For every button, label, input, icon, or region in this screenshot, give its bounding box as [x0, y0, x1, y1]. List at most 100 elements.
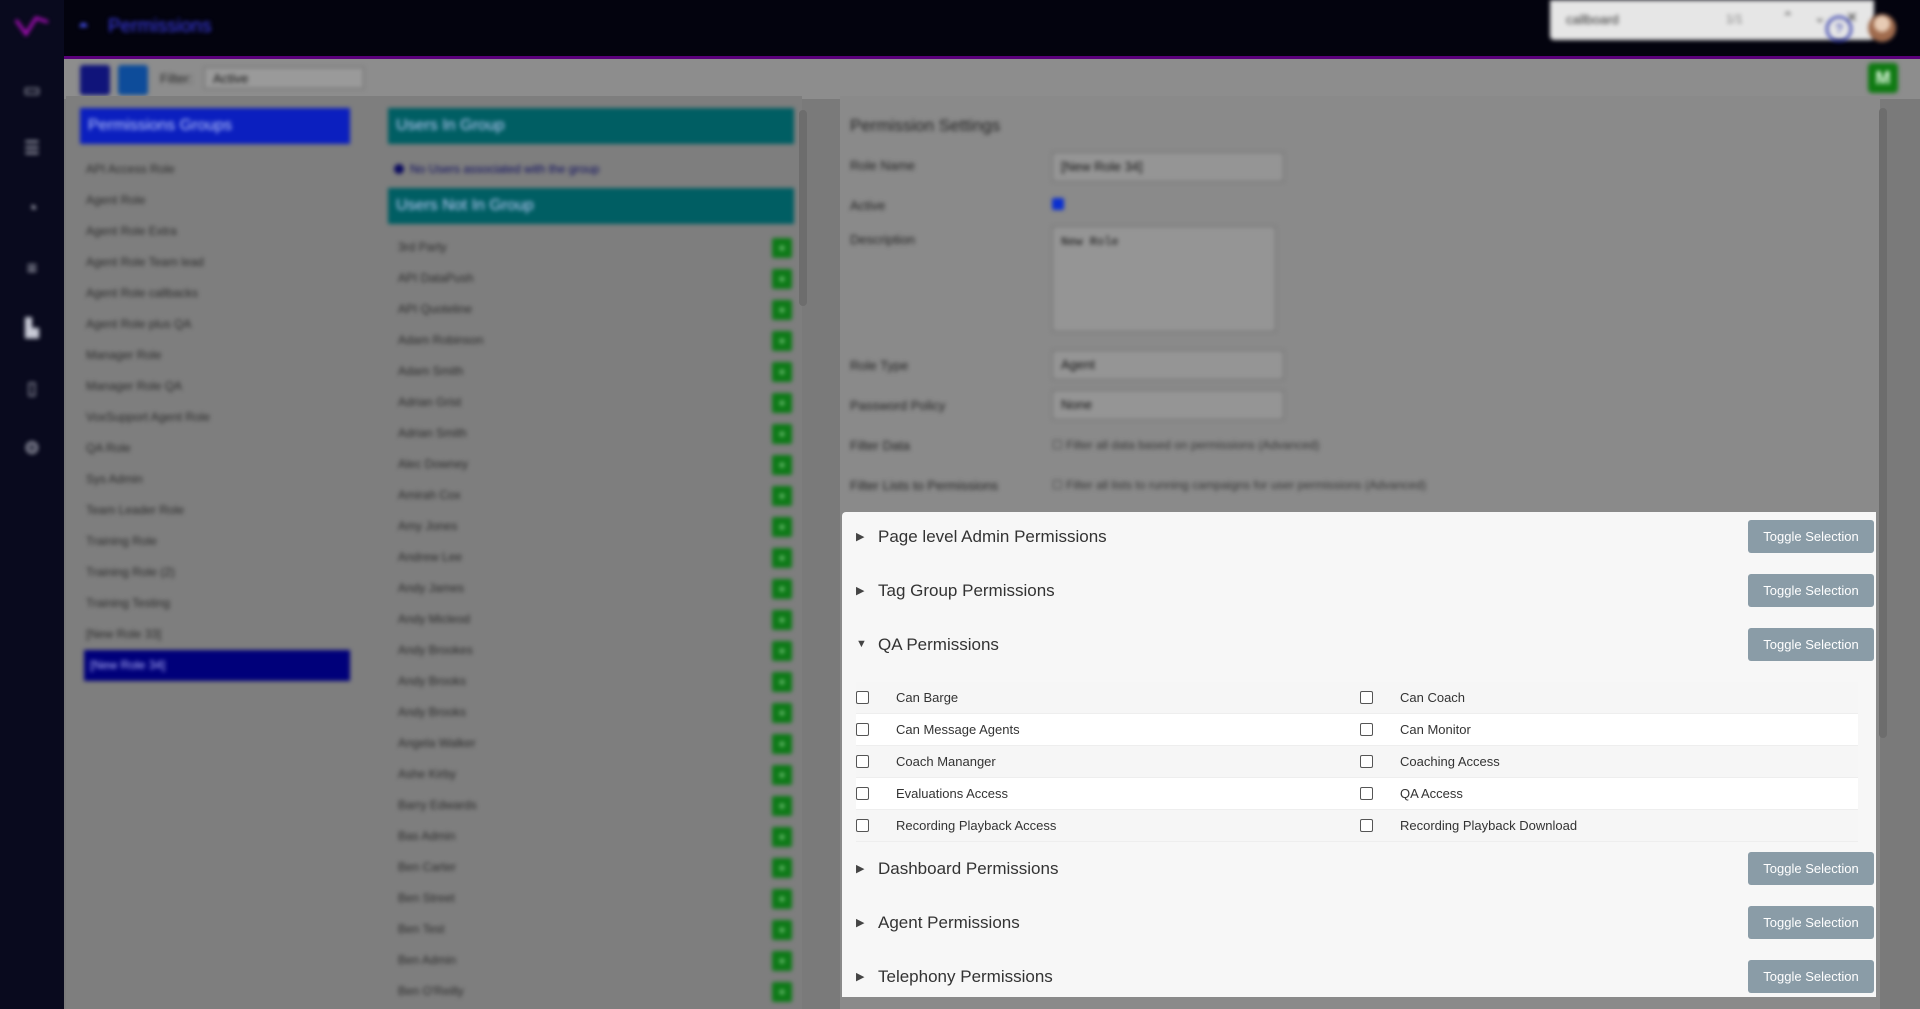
toggle-selection-button[interactable]: Toggle Selection: [1748, 852, 1874, 885]
group-item[interactable]: API Access Role: [84, 154, 350, 185]
add-user-icon[interactable]: +: [772, 269, 792, 289]
group-item[interactable]: Training Role (2): [84, 557, 350, 588]
server-icon[interactable]: ≡: [20, 256, 44, 280]
add-user-icon[interactable]: +: [772, 827, 792, 847]
add-user-icon[interactable]: +: [772, 517, 792, 537]
gauge-icon[interactable]: ◔: [20, 196, 44, 220]
add-user-icon[interactable]: +: [772, 734, 792, 754]
find-input[interactable]: callboard: [1566, 12, 1619, 27]
password-policy-select[interactable]: None: [1052, 390, 1284, 420]
group-item[interactable]: Sys Admin: [84, 464, 350, 495]
add-user-icon[interactable]: +: [772, 362, 792, 382]
add-user-icon[interactable]: +: [772, 238, 792, 258]
group-item[interactable]: Agent Role: [84, 185, 350, 216]
sliders-icon[interactable]: ☰: [20, 136, 44, 160]
group-item[interactable]: Manager Role: [84, 340, 350, 371]
add-user-icon[interactable]: +: [772, 920, 792, 940]
section-dashboard[interactable]: ▶ Dashboard Permissions Toggle Selection: [842, 844, 1876, 898]
toggle-selection-button[interactable]: Toggle Selection: [1748, 906, 1874, 939]
permission-checkbox[interactable]: [856, 691, 869, 704]
m-button[interactable]: M: [1868, 63, 1898, 93]
add-user-icon[interactable]: +: [772, 579, 792, 599]
section-tag-group[interactable]: ▶ Tag Group Permissions Toggle Selection: [842, 566, 1876, 620]
group-item[interactable]: Agent Role Extra: [84, 216, 350, 247]
find-bar[interactable]: callboard 1/1 ⌃ ⌄ ✕: [1550, 0, 1874, 40]
group-item[interactable]: Team Leader Role: [84, 495, 350, 526]
users-scrollbar[interactable]: [799, 110, 807, 306]
add-user-icon[interactable]: +: [772, 331, 792, 351]
group-item[interactable]: [New Role 34]: [84, 650, 350, 681]
permission-option[interactable]: Can Monitor: [1360, 714, 1840, 745]
add-user-icon[interactable]: +: [772, 486, 792, 506]
add-user-icon[interactable]: +: [772, 796, 792, 816]
toggle-selection-button[interactable]: Toggle Selection: [1748, 574, 1874, 607]
help-icon[interactable]: ?: [1826, 16, 1852, 42]
group-item[interactable]: Training Role: [84, 526, 350, 557]
permission-option[interactable]: Coaching Access: [1360, 746, 1840, 777]
permission-checkbox[interactable]: [1360, 819, 1373, 832]
group-item[interactable]: [New Role 33]: [84, 619, 350, 650]
filter-data-checkbox-text[interactable]: ☐ Filter all data based on permissions (…: [1052, 438, 1320, 452]
database-icon[interactable]: ▭: [20, 78, 44, 102]
building-icon[interactable]: ▙: [20, 316, 44, 340]
group-item[interactable]: Training Testing: [84, 588, 350, 619]
filter-lists-checkbox-text[interactable]: ☐ Filter all lists to running campaigns …: [1052, 478, 1426, 492]
group-item[interactable]: QA Role: [84, 433, 350, 464]
document-icon[interactable]: ▯: [20, 376, 44, 400]
permission-option[interactable]: Can Message Agents: [856, 714, 1336, 745]
add-user-icon[interactable]: +: [772, 393, 792, 413]
permission-checkbox[interactable]: [856, 787, 869, 800]
permission-checkbox[interactable]: [1360, 755, 1373, 768]
avatar[interactable]: [1868, 14, 1896, 42]
group-item[interactable]: VoxSupport Agent Role: [84, 402, 350, 433]
permission-option[interactable]: Recording Playback Download: [1360, 810, 1840, 841]
permission-checkbox[interactable]: [1360, 691, 1373, 704]
add-user-icon[interactable]: +: [772, 424, 792, 444]
add-user-icon[interactable]: +: [772, 610, 792, 630]
permission-checkbox[interactable]: [1360, 787, 1373, 800]
add-user-icon[interactable]: +: [772, 641, 792, 661]
role-type-select[interactable]: Agent: [1052, 350, 1284, 380]
group-item[interactable]: Manager Role QA: [84, 371, 350, 402]
description-textarea[interactable]: New Role: [1052, 226, 1276, 332]
permission-checkbox[interactable]: [856, 819, 869, 832]
add-user-icon[interactable]: +: [772, 703, 792, 723]
permission-checkbox[interactable]: [856, 755, 869, 768]
add-role-button[interactable]: [118, 65, 148, 95]
permission-option[interactable]: QA Access: [1360, 778, 1840, 809]
add-user-icon[interactable]: +: [772, 672, 792, 692]
toggle-selection-button[interactable]: Toggle Selection: [1748, 520, 1874, 553]
add-user-icon[interactable]: +: [772, 455, 792, 475]
add-user-icon[interactable]: +: [772, 951, 792, 971]
permission-option[interactable]: Can Barge: [856, 682, 1336, 713]
permission-checkbox[interactable]: [856, 723, 869, 736]
toggle-selection-button[interactable]: Toggle Selection: [1748, 628, 1874, 661]
permission-option[interactable]: Evaluations Access: [856, 778, 1336, 809]
permission-checkbox[interactable]: [1360, 723, 1373, 736]
add-user-icon[interactable]: +: [772, 765, 792, 785]
add-user-icon[interactable]: +: [772, 889, 792, 909]
active-checkbox[interactable]: [1052, 198, 1064, 210]
group-item[interactable]: Agent Role plus QA: [84, 309, 350, 340]
add-user-icon[interactable]: +: [772, 858, 792, 878]
permission-option[interactable]: Can Coach: [1360, 682, 1840, 713]
group-item[interactable]: Agent Role callbacks: [84, 278, 350, 309]
group-item[interactable]: Agent Role Team lead: [84, 247, 350, 278]
role-name-input[interactable]: [New Role 34]: [1052, 152, 1284, 182]
add-user-icon[interactable]: +: [772, 982, 792, 1002]
settings-link-icon[interactable]: ⚙: [20, 436, 44, 460]
find-prev-icon[interactable]: ⌃: [1782, 9, 1794, 26]
section-agent[interactable]: ▶ Agent Permissions Toggle Selection: [842, 898, 1876, 952]
add-user-icon[interactable]: +: [772, 548, 792, 568]
add-user-icon[interactable]: +: [772, 300, 792, 320]
section-telephony[interactable]: ▶ Telephony Permissions Toggle Selection: [842, 952, 1876, 1006]
toggle-selection-button[interactable]: Toggle Selection: [1748, 960, 1874, 993]
new-document-button[interactable]: [80, 65, 110, 95]
filter-select[interactable]: Active: [204, 67, 364, 89]
permission-option[interactable]: Recording Playback Access: [856, 810, 1336, 841]
section-page-level-admin[interactable]: ▶ Page level Admin Permissions Toggle Se…: [842, 512, 1876, 566]
permission-option[interactable]: Coach Mananger: [856, 746, 1336, 777]
section-qa[interactable]: ▼ QA Permissions Toggle Selection: [842, 620, 1876, 674]
find-next-icon[interactable]: ⌄: [1814, 9, 1826, 26]
settings-scrollbar[interactable]: [1879, 108, 1887, 738]
